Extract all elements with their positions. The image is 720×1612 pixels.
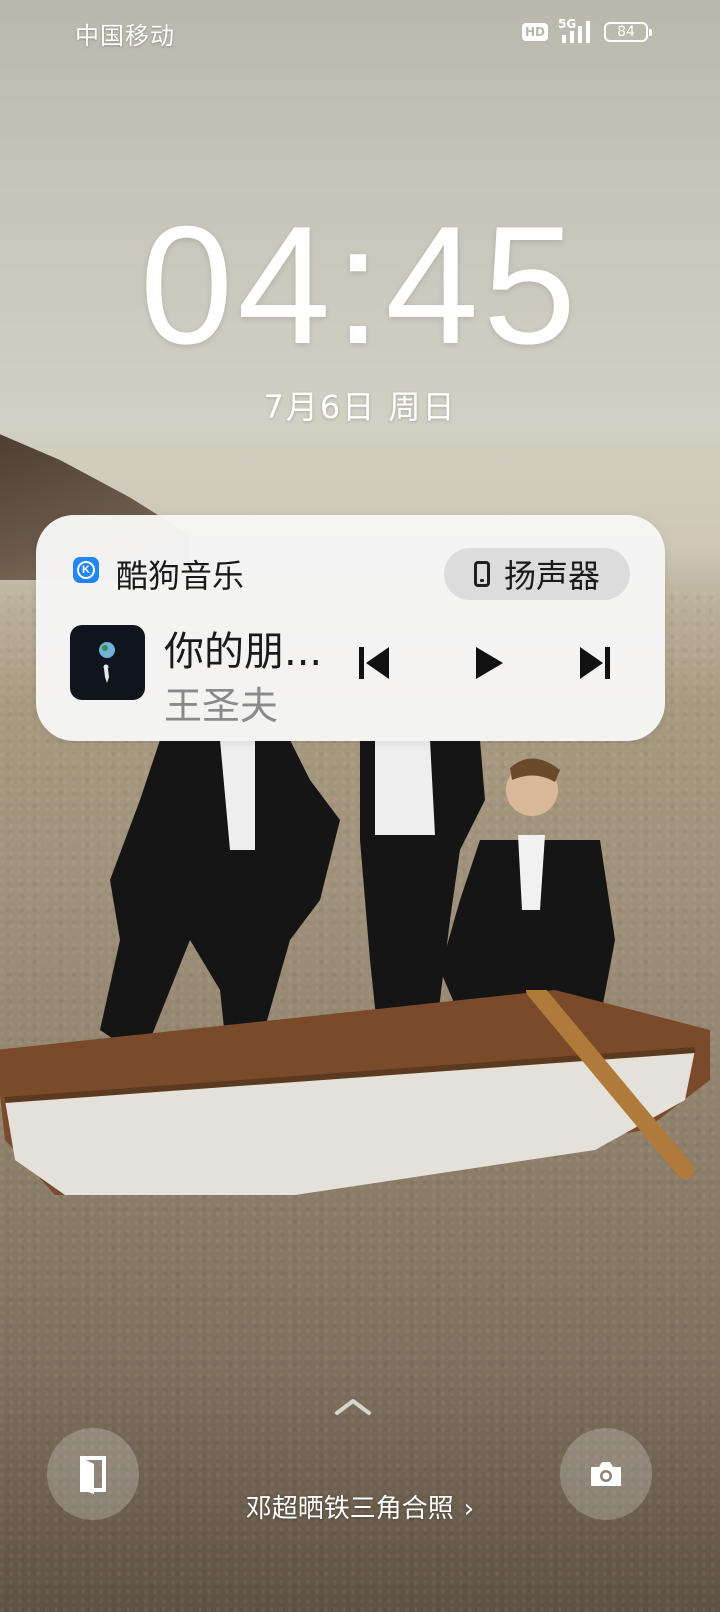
wallpaper-caption-text: 邓超晒铁三角合照 [245,1494,454,1524]
media-player-card[interactable]: K 酷狗音乐 扬声器 你的朋... 王圣夫 [36,515,665,741]
media-app-name: 酷狗音乐 [116,557,245,595]
song-artist: 王圣夫 [164,684,279,728]
skip-next-icon [580,647,610,679]
previous-track-button[interactable] [350,639,398,687]
chevron-right-icon: › [463,1494,475,1524]
play-icon [476,647,503,679]
song-title: 你的朋... [164,629,323,675]
lock-screen: 中国移动 HD 5G 84 04:45 7月6日 周日 K 酷狗音乐 扬声器 你… [0,0,720,1612]
lock-date: 7月6日 周日 [263,388,457,426]
signal-icon: 5G [558,17,594,45]
album-art[interactable] [70,625,145,700]
camera-shortcut-button[interactable] [560,1428,652,1520]
next-track-button[interactable] [571,639,619,687]
carrier-name: 中国移动 [75,22,175,50]
audio-output-button[interactable]: 扬声器 [444,548,630,600]
status-bar: 中国移动 HD 5G 84 [0,0,720,64]
kugou-app-icon: K [73,557,99,583]
lock-clock: 04:45 [139,191,581,379]
wallpaper-boat [0,990,710,1195]
skip-previous-icon [359,647,389,679]
hd-voice-icon: HD [521,23,548,41]
camera-icon [591,1462,621,1486]
audio-output-label: 扬声器 [503,557,600,595]
status-icons: HD 5G 84 [521,17,652,46]
battery-level: 84 [617,24,635,40]
play-button[interactable] [465,639,513,687]
battery-icon: 84 [604,22,652,42]
swipe-up-icon[interactable] [333,1395,373,1419]
phone-icon [473,561,490,587]
